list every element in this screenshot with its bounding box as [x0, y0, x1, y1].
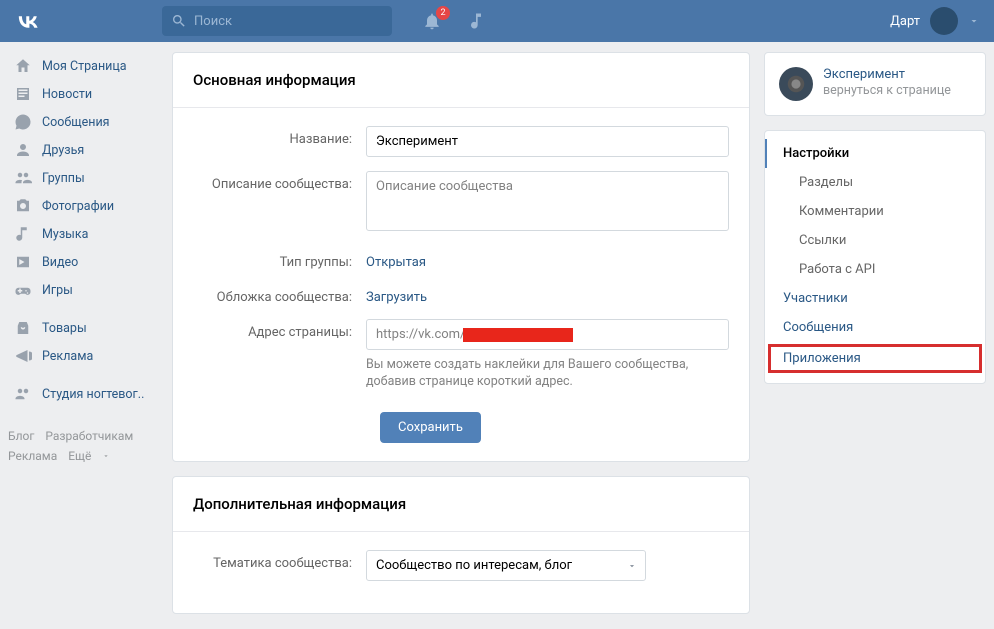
page-container: Моя Страница Новости Сообщения Друзья Группы…	[0, 42, 994, 614]
nav-item-music[interactable]: Музыка	[8, 220, 158, 248]
community-box: Эксперимент вернуться к странице	[764, 52, 986, 116]
groups-icon	[14, 169, 32, 187]
cover-upload-link[interactable]: Загрузить	[366, 284, 427, 305]
footer-more[interactable]: Ещё	[68, 449, 110, 463]
chevron-down-icon	[968, 15, 980, 27]
user-menu[interactable]: Дарт	[890, 7, 980, 35]
menu-members[interactable]: Участники	[765, 284, 985, 313]
desc-textarea[interactable]	[366, 171, 729, 231]
news-icon	[14, 85, 32, 103]
type-link[interactable]: Открытая	[366, 249, 426, 270]
menu-messages[interactable]: Сообщения	[765, 313, 985, 342]
nav-item-video[interactable]: Видео	[8, 248, 158, 276]
addr-label: Адрес страницы:	[193, 319, 366, 340]
nav-label: Видео	[42, 255, 78, 270]
footer-ads[interactable]: Реклама	[8, 449, 57, 463]
search-wrap	[162, 6, 392, 36]
nav-item-ads[interactable]: Реклама	[8, 342, 158, 370]
footer-blog[interactable]: Блог	[8, 429, 34, 443]
menu-links[interactable]: Ссылки	[765, 226, 985, 255]
nav-label: Сообщения	[42, 115, 110, 130]
panel-extra-info: Дополнительная информация Тематика сообщ…	[172, 476, 750, 614]
name-input[interactable]	[366, 126, 729, 157]
sidebar-left: Моя Страница Новости Сообщения Друзья Группы…	[8, 52, 158, 614]
nav-item-news[interactable]: Новости	[8, 80, 158, 108]
nav-label: Студия ногтевог..	[42, 387, 144, 402]
addr-hint: Вы можете создать наклейки для Вашего со…	[366, 356, 729, 390]
notif-badge: 2	[436, 6, 450, 20]
nav-item-games[interactable]: Игры	[8, 276, 158, 304]
panel-title-extra: Дополнительная информация	[173, 477, 749, 532]
settings-menu: Настройки Разделы Комментарии Ссылки Раб…	[764, 130, 986, 384]
addr-input[interactable]: https://vk.com/	[366, 319, 729, 350]
community-avatar[interactable]	[779, 67, 813, 101]
nav-item-photos[interactable]: Фотографии	[8, 192, 158, 220]
search-icon	[171, 13, 187, 29]
user-avatar	[930, 7, 958, 35]
msg-icon	[14, 113, 32, 131]
nav-item-groups[interactable]: Группы	[8, 164, 158, 192]
community-back-link[interactable]: вернуться к странице	[823, 83, 951, 98]
search-input[interactable]	[162, 6, 392, 36]
nav-item-msg[interactable]: Сообщения	[8, 108, 158, 136]
topic-select-input[interactable]	[366, 550, 646, 581]
nav-item-friends[interactable]: Друзья	[8, 136, 158, 164]
friends-icon	[14, 141, 32, 159]
nav-label: Друзья	[42, 143, 84, 158]
nav-item-studio[interactable]: Студия ногтевог..	[8, 380, 158, 408]
topic-label: Тематика сообщества:	[193, 550, 366, 571]
save-button[interactable]: Сохранить	[380, 412, 481, 443]
nav-label: Новости	[42, 87, 92, 102]
nav-label: Моя Страница	[42, 59, 127, 74]
market-icon	[14, 319, 32, 337]
music-icon	[14, 225, 32, 243]
menu-apps[interactable]: Приложения	[768, 344, 982, 373]
desc-label: Описание сообщества:	[193, 171, 366, 192]
notifications-icon[interactable]: 2	[422, 11, 442, 31]
nav-label: Игры	[42, 283, 73, 298]
username: Дарт	[890, 14, 920, 29]
games-icon	[14, 281, 32, 299]
cover-label: Обложка сообщества:	[193, 284, 366, 305]
nav-label: Музыка	[42, 227, 88, 242]
sidebar-right: Эксперимент вернуться к странице Настрой…	[764, 52, 986, 614]
community-name[interactable]: Эксперимент	[823, 67, 951, 82]
menu-comments[interactable]: Комментарии	[765, 197, 985, 226]
home-icon	[14, 57, 32, 75]
nav-label: Группы	[42, 171, 85, 186]
nav-label: Товары	[42, 321, 87, 336]
header-icons: 2	[422, 11, 486, 31]
top-header: 2 Дарт	[0, 0, 994, 42]
main-column: Основная информация Название: Описание с…	[172, 52, 750, 614]
nav-label: Фотографии	[42, 199, 114, 214]
nav-item-home[interactable]: Моя Страница	[8, 52, 158, 80]
menu-settings[interactable]: Настройки	[765, 139, 985, 168]
panel-basic-info: Основная информация Название: Описание с…	[172, 52, 750, 462]
studio-icon	[14, 385, 32, 403]
menu-api[interactable]: Работа с API	[765, 255, 985, 284]
nav-label: Реклама	[42, 349, 93, 364]
nav-item-market[interactable]: Товары	[8, 314, 158, 342]
topic-select[interactable]	[366, 550, 646, 581]
panel-title-basic: Основная информация	[173, 53, 749, 108]
photos-icon	[14, 197, 32, 215]
video-icon	[14, 253, 32, 271]
addr-redacted	[463, 328, 573, 342]
footer-devs[interactable]: Разработчикам	[45, 429, 133, 443]
name-label: Название:	[193, 126, 366, 147]
type-label: Тип группы:	[193, 249, 366, 270]
music-icon[interactable]	[466, 11, 486, 31]
footer-links: Блог Разработчикам Реклама Ещё	[8, 426, 158, 466]
ads-icon	[14, 347, 32, 365]
vk-logo[interactable]	[14, 7, 42, 35]
menu-sections[interactable]: Разделы	[765, 168, 985, 197]
